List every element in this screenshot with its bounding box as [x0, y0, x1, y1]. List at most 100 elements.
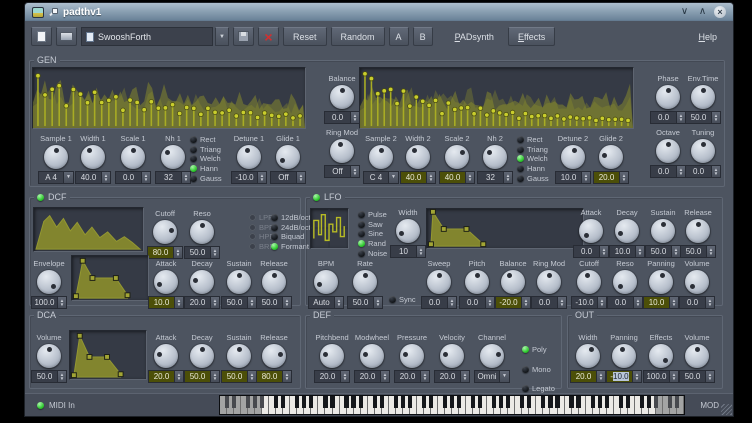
spin-arrows-icon[interactable]: ▲▼ [210, 297, 219, 308]
reso-knob[interactable] [613, 270, 637, 294]
reset-button[interactable]: Reset [283, 27, 327, 46]
phase-knob[interactable] [656, 85, 680, 109]
spin-arrows-icon[interactable]: ▲▼ [632, 371, 641, 382]
spin-arrows-icon[interactable]: ▲▼ [282, 371, 291, 382]
spin-arrows-icon[interactable]: ▲▼ [210, 371, 219, 382]
release-spinbox[interactable]: 80.0▲▼ [256, 370, 292, 383]
spin-arrows-icon[interactable]: ▲▼ [705, 371, 714, 382]
pitch-knob[interactable] [465, 270, 489, 294]
preset-b-button[interactable]: B [413, 27, 433, 46]
spin-arrows-icon[interactable]: ▲▼ [460, 371, 469, 382]
black-key[interactable] [401, 396, 405, 408]
spin-arrows-icon[interactable]: ▲▼ [557, 297, 566, 308]
black-key[interactable] [478, 396, 482, 408]
close-button[interactable]: × [714, 6, 726, 18]
black-key[interactable] [640, 396, 644, 408]
black-key[interactable] [598, 396, 602, 408]
preset-dropdown-arrow[interactable]: ▼ [215, 27, 229, 46]
pressure-knob[interactable] [400, 344, 424, 368]
spin-arrows-icon[interactable]: ▲▼ [340, 371, 349, 382]
black-key[interactable] [555, 396, 559, 408]
octave-knob[interactable] [656, 139, 680, 163]
black-key[interactable] [281, 396, 285, 408]
decay-spinbox[interactable]: 50.0▲▼ [184, 370, 220, 383]
pressure-spinbox[interactable]: 20.0▲▼ [394, 370, 430, 383]
env-time-knob[interactable] [691, 85, 715, 109]
decay-knob[interactable] [190, 270, 214, 294]
spin-arrows-icon[interactable]: ▲▼ [711, 166, 720, 177]
black-key[interactable] [457, 396, 461, 408]
channel-knob[interactable] [480, 344, 504, 368]
attack-spinbox[interactable]: 10.0▲▼ [148, 296, 184, 309]
random-button[interactable]: Random [331, 27, 385, 46]
volume-knob[interactable] [685, 270, 709, 294]
black-key[interactable] [232, 396, 236, 408]
attack-spinbox[interactable]: 20.0▲▼ [148, 370, 184, 383]
open-preset-button[interactable] [56, 27, 77, 46]
black-key[interactable] [253, 396, 257, 408]
tab-padsynth[interactable]: PADsynth [445, 27, 504, 46]
panning-knob[interactable] [649, 270, 673, 294]
black-key[interactable] [373, 396, 377, 408]
black-key[interactable] [506, 396, 510, 408]
resize-grip[interactable] [721, 404, 732, 415]
velocity-spinbox[interactable]: 20.0▲▼ [434, 370, 470, 383]
sustain-spinbox[interactable]: 50.0▲▼ [221, 296, 257, 309]
black-key[interactable] [605, 396, 609, 408]
spin-arrows-icon[interactable]: ▲▼ [447, 297, 456, 308]
black-key[interactable] [499, 396, 503, 408]
black-key[interactable] [274, 396, 278, 408]
release-knob[interactable] [262, 270, 286, 294]
release-spinbox[interactable]: 50.0▲▼ [256, 296, 292, 309]
radio-mono[interactable]: Mono [522, 360, 555, 380]
black-key[interactable] [246, 396, 250, 408]
sustain-knob[interactable] [227, 270, 251, 294]
black-key[interactable] [569, 396, 573, 408]
ring-mod-knob[interactable] [537, 270, 561, 294]
balance-knob[interactable] [501, 270, 525, 294]
black-key[interactable] [359, 396, 363, 408]
sustain-knob[interactable] [227, 344, 251, 368]
black-key[interactable] [548, 396, 552, 408]
tuning-spinbox[interactable]: 0.0▲▼ [685, 165, 721, 178]
volume-spinbox[interactable]: 0.0▲▼ [679, 296, 715, 309]
sustain-spinbox[interactable]: 50.0▲▼ [221, 370, 257, 383]
pitchbend-spinbox[interactable]: 20.0▲▼ [314, 370, 350, 383]
black-key[interactable] [429, 396, 433, 408]
black-key[interactable] [626, 396, 630, 408]
black-key[interactable] [647, 396, 651, 408]
tuning-knob[interactable] [691, 139, 715, 163]
titlebar[interactable]: padthv1 ∨ ∧ × [25, 3, 733, 21]
black-key[interactable] [394, 396, 398, 408]
black-key[interactable] [541, 396, 545, 408]
sweep-spinbox[interactable]: 0.0▲▼ [421, 296, 457, 309]
pin-icon[interactable] [49, 8, 58, 17]
modwheel-spinbox[interactable]: 20.0▲▼ [354, 370, 390, 383]
piano-keyboard[interactable] [219, 395, 685, 415]
black-key[interactable] [323, 396, 327, 408]
phase-spinbox[interactable]: 0.0▲▼ [650, 111, 686, 124]
black-key[interactable] [351, 396, 355, 408]
new-preset-button[interactable] [31, 27, 52, 46]
release-knob[interactable] [262, 344, 286, 368]
decay-spinbox[interactable]: 20.0▲▼ [184, 296, 220, 309]
delete-preset-button[interactable]: × [258, 27, 279, 46]
spin-arrows-icon[interactable]: ▲▼ [380, 371, 389, 382]
attack-knob[interactable] [154, 344, 178, 368]
black-key[interactable] [591, 396, 595, 408]
cutoff-knob[interactable] [577, 270, 601, 294]
black-key[interactable] [471, 396, 475, 408]
attack-knob[interactable] [154, 270, 178, 294]
octave-spinbox[interactable]: 0.0▲▼ [650, 165, 686, 178]
unshade-button[interactable]: ∧ [696, 7, 709, 17]
pitchbend-knob[interactable] [320, 344, 344, 368]
balance-spinbox[interactable]: -20.0▲▼ [495, 296, 531, 309]
save-preset-button[interactable] [233, 27, 254, 46]
black-key[interactable] [295, 396, 299, 408]
black-key[interactable] [309, 396, 313, 408]
black-key[interactable] [302, 396, 306, 408]
volume-knob[interactable] [685, 344, 709, 368]
effects-knob[interactable] [649, 344, 673, 368]
help-button[interactable]: Help [688, 27, 727, 46]
black-key[interactable] [408, 396, 412, 408]
